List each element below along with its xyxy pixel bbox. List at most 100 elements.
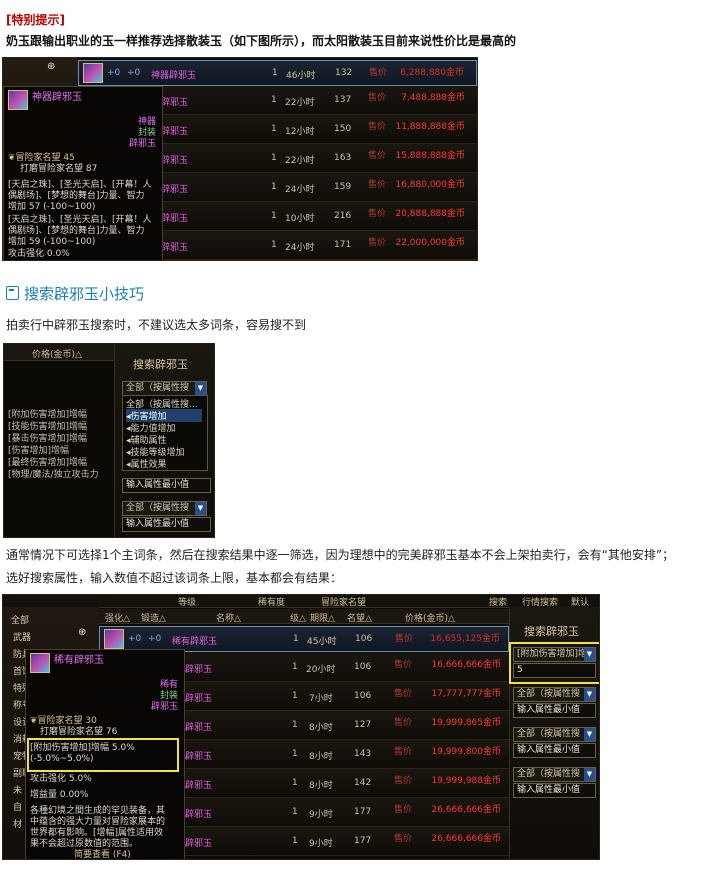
attribute-option[interactable]: [物理/魔法/独立攻击力 <box>8 467 99 480</box>
tooltip-atk: 攻击强化 0.0% <box>8 249 70 259</box>
fame-value: 106 <box>354 691 372 701</box>
sell-label: 售价 <box>394 747 413 757</box>
search-icon[interactable]: ⊕ <box>47 61 59 73</box>
fame-value: 冒险家名望 45 <box>15 153 75 163</box>
dropdown-value: 全部（按属性搜 <box>126 383 190 393</box>
special-tip-tag: [特别提示] <box>6 13 65 27</box>
item-name: 辟邪玉 <box>161 243 189 253</box>
time-left: 20小时 <box>306 665 336 675</box>
top-filter-item[interactable]: 搜索 <box>489 595 507 608</box>
quantity: 1 <box>292 749 298 759</box>
quantity: 1 <box>271 95 277 105</box>
time-left: 12小时 <box>285 127 315 137</box>
quantity: 1 <box>271 211 277 221</box>
quantity: 1 <box>292 720 298 730</box>
top-filter-item[interactable]: 稀有度 <box>258 595 285 608</box>
column-header[interactable]: 锻造△ <box>141 611 166 624</box>
top-filter-item[interactable]: 冒险家名望 <box>321 595 366 608</box>
price: 7,488,888金币 <box>401 93 465 103</box>
min-value-input[interactable]: 输入属性最小值 <box>513 743 596 758</box>
section-title: 搜索辟邪玉小技巧 <box>6 286 144 302</box>
menu-item-label: 属性效果 <box>130 460 167 470</box>
quantity: 1 <box>292 778 298 788</box>
price: 16,655,125金币 <box>430 634 500 644</box>
sell-label: 售价 <box>395 634 414 644</box>
tooltip-fame2: 打磨冒险家名望 76 <box>40 727 118 737</box>
category-item[interactable]: 未 <box>13 783 22 796</box>
quantity: 1 <box>271 182 277 192</box>
time-left: 8小时 <box>309 752 333 762</box>
fame-value: 143 <box>354 749 372 759</box>
attribute-dropdown[interactable]: 全部（按属性搜 ▼ <box>513 767 596 782</box>
min-value-input[interactable]: 输入属性最小值 <box>513 783 596 798</box>
sell-label: 售价 <box>368 238 387 248</box>
attribute-dropdown[interactable]: 全部（按属性搜 ▼ <box>122 381 207 396</box>
tooltip-type: 封装 <box>137 128 156 138</box>
jade-item-icon <box>104 629 124 649</box>
column-header[interactable]: 名称△ <box>216 611 241 624</box>
column-header[interactable]: 名望△ <box>347 611 372 624</box>
tooltip-title: 稀有辟邪玉 <box>54 655 104 666</box>
item-name: 稀有辟邪玉 <box>172 637 218 647</box>
jade-item-icon <box>83 63 103 83</box>
fame-value: 106 <box>355 634 373 644</box>
sell-label: 售价 <box>394 834 413 844</box>
sell-label: 售价 <box>394 805 413 815</box>
quantity: 1 <box>293 634 299 644</box>
item-tooltip-2: 稀有辟邪玉 稀有 封装 辟邪玉 ❦冒险家名望 30 打磨冒险家名望 76 [附加… <box>25 649 185 859</box>
search-panel-screenshot: 价格(金币)△ 搜索辟邪玉 全部（按属性搜 ▼ [附加伤害增加]增幅 [技能伤害增加… <box>3 343 215 538</box>
category-item[interactable]: 材 <box>13 817 22 830</box>
tooltip-line: 增加 57 (-100~100) <box>8 202 96 212</box>
menu-item[interactable]: ◂属性效果 <box>126 457 167 470</box>
price: 20,888,888金币 <box>395 209 465 219</box>
column-header[interactable]: 期限△ <box>310 611 335 624</box>
price: 16,666,666金币 <box>431 660 501 670</box>
price-column-header[interactable]: 价格(金币)△ <box>32 347 82 360</box>
tooltip-line: 偶剧场]、[梦想的舞台]力量、智力 <box>8 226 145 236</box>
quantity: 1 <box>271 153 277 163</box>
min-value-input-2[interactable]: 输入属性最小值 <box>122 517 211 532</box>
tip-text: 拍卖行中辟邪玉搜索时，不建议选太多词条，容易搜不到 <box>6 318 307 332</box>
dropdown-value: 全部（按属性搜 <box>126 503 190 513</box>
attribute-dropdown-2[interactable]: 全部（按属性搜 ▼ <box>122 501 207 516</box>
fame-value: 159 <box>334 182 352 192</box>
top-filter-item[interactable]: 等级 <box>178 595 196 608</box>
chevron-down-icon: ▼ <box>584 728 595 741</box>
fame-value: 177 <box>354 836 372 846</box>
column-header[interactable]: 级△ <box>290 611 306 624</box>
dropdown-value: 全部（按属性搜 <box>517 769 581 779</box>
panel-title: 搜索辟邪玉 <box>524 625 579 638</box>
category-item[interactable]: 自 <box>13 800 22 813</box>
tooltip-line: 增加 59 (-100~100) <box>8 237 96 247</box>
tooltip-kind: 辟邪玉 <box>128 139 156 149</box>
quantity: 1 <box>292 662 298 672</box>
sell-label: 售价 <box>394 689 413 699</box>
dropdown-value: 全部（按属性搜 <box>517 689 581 699</box>
item-name: 辟邪玉 <box>185 752 213 762</box>
dropdown-value: 全部（按属性搜 <box>517 729 581 739</box>
search-icon[interactable]: ⊕ <box>78 627 86 638</box>
highlight-box-tooltip <box>27 738 179 772</box>
price: 17,777,777金币 <box>431 689 501 699</box>
fame-value: 171 <box>334 240 352 250</box>
tooltip-grade: 神器 <box>137 117 156 127</box>
min-value-input[interactable]: 输入属性最小值 <box>513 703 596 718</box>
sell-label: 售价 <box>368 122 387 132</box>
attribute-dropdown[interactable]: 全部（按属性搜 ▼ <box>513 687 596 702</box>
min-value-input[interactable]: 输入属性最小值 <box>122 478 211 493</box>
attribute-dropdown[interactable]: 全部（按属性搜 ▼ <box>513 727 596 742</box>
fame-value: 冒险家名望 30 <box>37 716 97 726</box>
price: 19,999,865金币 <box>431 718 501 728</box>
quantity: 1 <box>292 691 298 701</box>
price: 26,666,666金币 <box>431 805 501 815</box>
item-name: 辟邪玉 <box>161 127 189 137</box>
column-header[interactable]: 价格(金币)△ <box>405 611 455 624</box>
category-item[interactable]: 全部 <box>11 613 29 626</box>
paragraph-line-1: 通常情况下可选择1个主词条，然后在搜索结果中逐一筛选，因为理想中的完美辟邪玉基本… <box>6 548 675 562</box>
column-header[interactable]: 强化△ <box>105 611 130 624</box>
category-item[interactable]: 武器 <box>13 630 31 643</box>
item-name: 辟邪玉 <box>161 214 189 224</box>
chevron-down-icon: ▼ <box>584 688 595 701</box>
table-row[interactable]: +0 +0 神器辟邪玉 1 46小时 132 售价 6,288,880金币 <box>78 60 477 86</box>
chevron-down-icon: ▼ <box>195 502 206 515</box>
